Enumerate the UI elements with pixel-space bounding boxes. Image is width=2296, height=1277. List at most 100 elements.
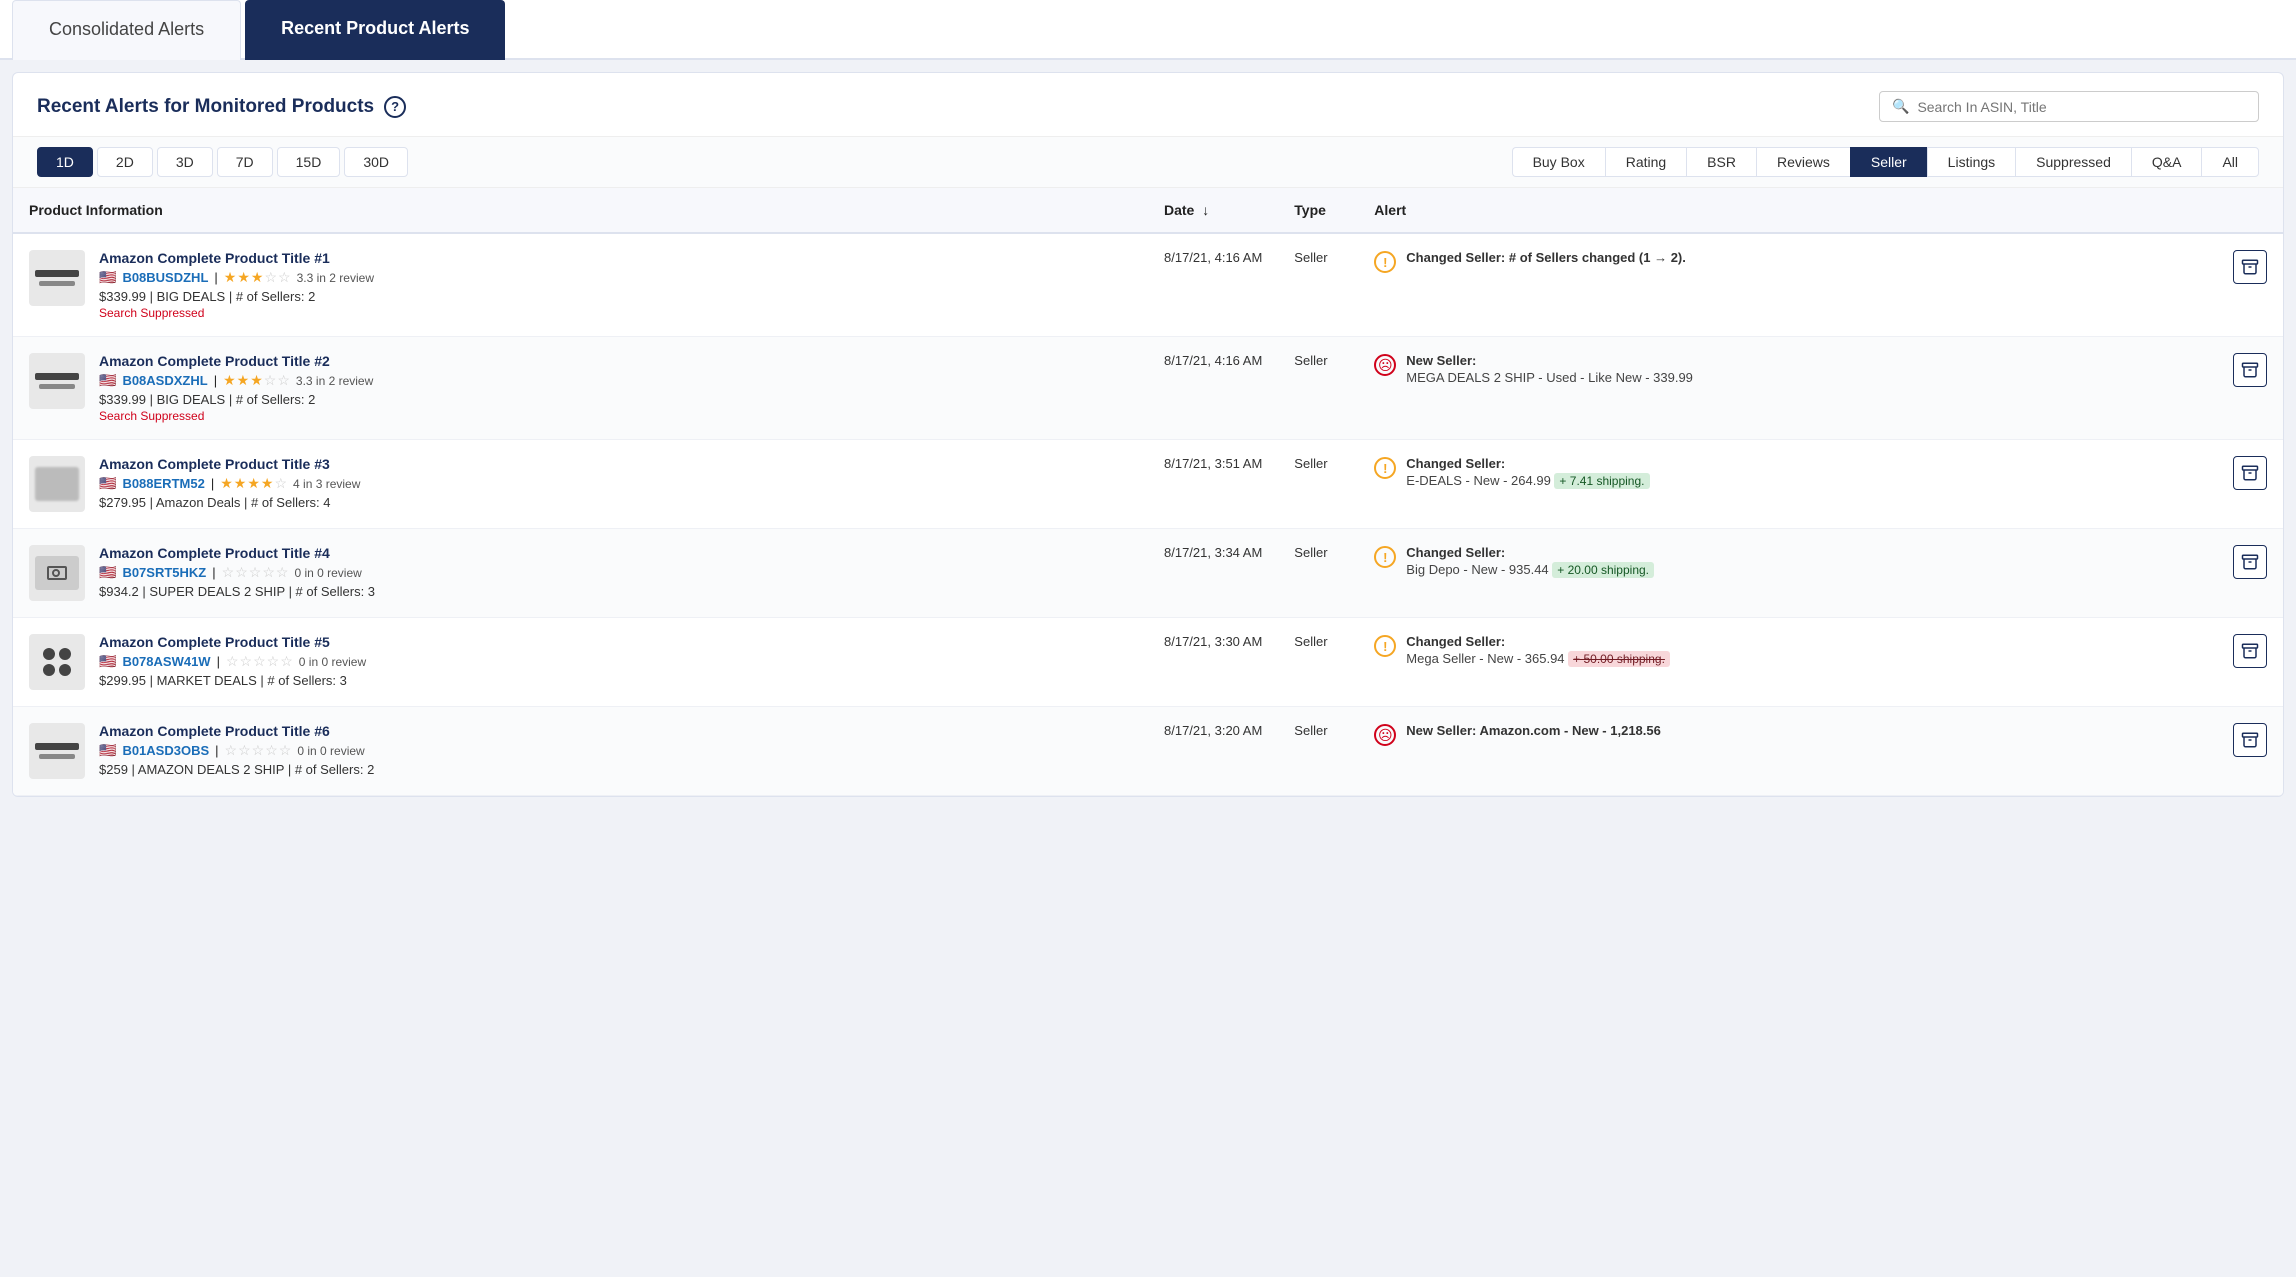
sort-icon: ↓ bbox=[1202, 202, 1209, 218]
alert-text: Changed Seller: Mega Seller - New - 365.… bbox=[1406, 634, 1670, 666]
archive-button[interactable] bbox=[2233, 634, 2267, 668]
col-header-date[interactable]: Date ↓ bbox=[1148, 188, 1278, 233]
country-flag: 🇺🇸 bbox=[99, 372, 116, 389]
product-details: Amazon Complete Product Title #4 🇺🇸 B07S… bbox=[99, 545, 375, 601]
search-box[interactable]: 🔍 bbox=[1879, 91, 2259, 122]
type-filter-bsr[interactable]: BSR bbox=[1686, 147, 1756, 177]
separator: | bbox=[217, 654, 220, 669]
country-flag: 🇺🇸 bbox=[99, 653, 116, 670]
star-rating: ★★★★☆ bbox=[220, 475, 287, 492]
star-icon: ☆ bbox=[276, 564, 289, 581]
alert-text: New Seller: MEGA DEALS 2 SHIP - Used - L… bbox=[1406, 353, 1693, 385]
action-cell bbox=[2217, 529, 2283, 618]
table-row: Amazon Complete Product Title #1 🇺🇸 B08B… bbox=[13, 233, 2283, 337]
col-header-action bbox=[2217, 188, 2283, 233]
star-icon: ☆ bbox=[279, 742, 292, 759]
price-info: $299.95 | MARKET DEALS | # of Sellers: 3 bbox=[99, 673, 366, 688]
separator: | bbox=[212, 565, 215, 580]
review-count: 3.3 in 2 review bbox=[297, 271, 374, 285]
alert-title: New Seller: Amazon.com - New - 1,218.56 bbox=[1406, 723, 1661, 738]
alert-cell: ! Changed Seller: # of Sellers changed (… bbox=[1358, 233, 2217, 337]
asin-link[interactable]: B07SRT5HKZ bbox=[122, 565, 206, 580]
country-flag: 🇺🇸 bbox=[99, 269, 116, 286]
star-rating: ☆☆☆☆☆ bbox=[226, 653, 293, 670]
date-filter-15d[interactable]: 15D bbox=[277, 147, 341, 177]
archive-button[interactable] bbox=[2233, 456, 2267, 490]
alert-warning-icon: ! bbox=[1374, 457, 1396, 479]
type-filter-qa[interactable]: Q&A bbox=[2131, 147, 2202, 177]
product-info: Amazon Complete Product Title #2 🇺🇸 B08A… bbox=[29, 353, 1132, 423]
product-details: Amazon Complete Product Title #2 🇺🇸 B08A… bbox=[99, 353, 373, 423]
product-title: Amazon Complete Product Title #5 bbox=[99, 634, 366, 650]
search-input[interactable] bbox=[1917, 99, 2246, 115]
alert-cell: ☹ New Seller: Amazon.com - New - 1,218.5… bbox=[1358, 707, 2217, 796]
product-cell: Amazon Complete Product Title #4 🇺🇸 B07S… bbox=[13, 529, 1148, 618]
price-info: $934.2 | SUPER DEALS 2 SHIP | # of Selle… bbox=[99, 584, 375, 599]
star-rating: ☆☆☆☆☆ bbox=[222, 564, 289, 581]
help-icon[interactable]: ? bbox=[384, 96, 406, 118]
date-filter-7d[interactable]: 7D bbox=[217, 147, 273, 177]
alert-title: Changed Seller: bbox=[1406, 545, 1654, 560]
asin-link[interactable]: B088ERTM52 bbox=[122, 476, 204, 491]
asin-link[interactable]: B01ASD3OBS bbox=[122, 743, 209, 758]
type-filter-seller[interactable]: Seller bbox=[1850, 147, 1927, 177]
star-icon: ☆ bbox=[274, 475, 287, 492]
tab-recent-product-alerts[interactable]: Recent Product Alerts bbox=[245, 0, 505, 60]
alert-warning-icon: ! bbox=[1374, 251, 1396, 273]
date-cell: 8/17/21, 3:20 AM bbox=[1148, 707, 1278, 796]
date-filter-1d[interactable]: 1D bbox=[37, 147, 93, 177]
type-cell: Seller bbox=[1278, 337, 1358, 440]
star-icon: ★ bbox=[261, 475, 274, 492]
date-cell: 8/17/21, 4:16 AM bbox=[1148, 233, 1278, 337]
type-cell: Seller bbox=[1278, 233, 1358, 337]
type-filter-listings[interactable]: Listings bbox=[1927, 147, 2015, 177]
star-icon: ☆ bbox=[252, 742, 265, 759]
archive-button[interactable] bbox=[2233, 353, 2267, 387]
archive-button[interactable] bbox=[2233, 545, 2267, 579]
archive-button[interactable] bbox=[2233, 250, 2267, 284]
product-details: Amazon Complete Product Title #3 🇺🇸 B088… bbox=[99, 456, 360, 512]
col-header-alert: Alert bbox=[1358, 188, 2217, 233]
asin-link[interactable]: B08BUSDZHL bbox=[122, 270, 208, 285]
tab-consolidated[interactable]: Consolidated Alerts bbox=[12, 0, 241, 60]
alert-cell: ! Changed Seller: Mega Seller - New - 36… bbox=[1358, 618, 2217, 707]
product-details: Amazon Complete Product Title #5 🇺🇸 B078… bbox=[99, 634, 366, 690]
table-row: Amazon Complete Product Title #4 🇺🇸 B07S… bbox=[13, 529, 2283, 618]
type-filter-buybox[interactable]: Buy Box bbox=[1512, 147, 1605, 177]
type-cell: Seller bbox=[1278, 440, 1358, 529]
star-icon: ☆ bbox=[240, 653, 253, 670]
date-cell: 8/17/21, 3:30 AM bbox=[1148, 618, 1278, 707]
alert-highlight-red: + 50.00 shipping. bbox=[1568, 651, 1670, 667]
country-flag: 🇺🇸 bbox=[99, 742, 116, 759]
star-icon: ☆ bbox=[253, 653, 266, 670]
review-count: 4 in 3 review bbox=[293, 477, 360, 491]
archive-button[interactable] bbox=[2233, 723, 2267, 757]
date-filter-3d[interactable]: 3D bbox=[157, 147, 213, 177]
product-title: Amazon Complete Product Title #6 bbox=[99, 723, 374, 739]
date-cell: 8/17/21, 3:51 AM bbox=[1148, 440, 1278, 529]
star-icon: ★ bbox=[237, 372, 250, 389]
price-info: $339.99 | BIG DEALS | # of Sellers: 2 bbox=[99, 392, 373, 407]
type-filter-suppressed[interactable]: Suppressed bbox=[2015, 147, 2131, 177]
type-filter-rating[interactable]: Rating bbox=[1605, 147, 1686, 177]
product-details: Amazon Complete Product Title #6 🇺🇸 B01A… bbox=[99, 723, 374, 779]
product-meta: 🇺🇸 B08ASDXZHL | ★★★☆☆ 3.3 in 2 review bbox=[99, 372, 373, 389]
product-info: Amazon Complete Product Title #1 🇺🇸 B08B… bbox=[29, 250, 1132, 320]
asin-link[interactable]: B078ASW41W bbox=[122, 654, 210, 669]
date-filter-30d[interactable]: 30D bbox=[344, 147, 408, 177]
type-filter-reviews[interactable]: Reviews bbox=[1756, 147, 1850, 177]
asin-link[interactable]: B08ASDXZHL bbox=[122, 373, 207, 388]
product-details: Amazon Complete Product Title #1 🇺🇸 B08B… bbox=[99, 250, 374, 320]
table-row: Amazon Complete Product Title #6 🇺🇸 B01A… bbox=[13, 707, 2283, 796]
type-filter-all[interactable]: All bbox=[2201, 147, 2259, 177]
country-flag: 🇺🇸 bbox=[99, 475, 116, 492]
date-filter-2d[interactable]: 2D bbox=[97, 147, 153, 177]
alert-bad-icon: ☹ bbox=[1374, 724, 1396, 746]
star-icon: ☆ bbox=[264, 372, 277, 389]
alert-cell: ! Changed Seller: E-DEALS - New - 264.99… bbox=[1358, 440, 2217, 529]
alert-title: Changed Seller: # of Sellers changed (1 … bbox=[1406, 250, 1686, 265]
alert-title: Changed Seller: bbox=[1406, 634, 1670, 649]
star-icon: ☆ bbox=[277, 372, 290, 389]
product-cell: Amazon Complete Product Title #1 🇺🇸 B08B… bbox=[13, 233, 1148, 337]
star-icon: ★ bbox=[250, 372, 263, 389]
